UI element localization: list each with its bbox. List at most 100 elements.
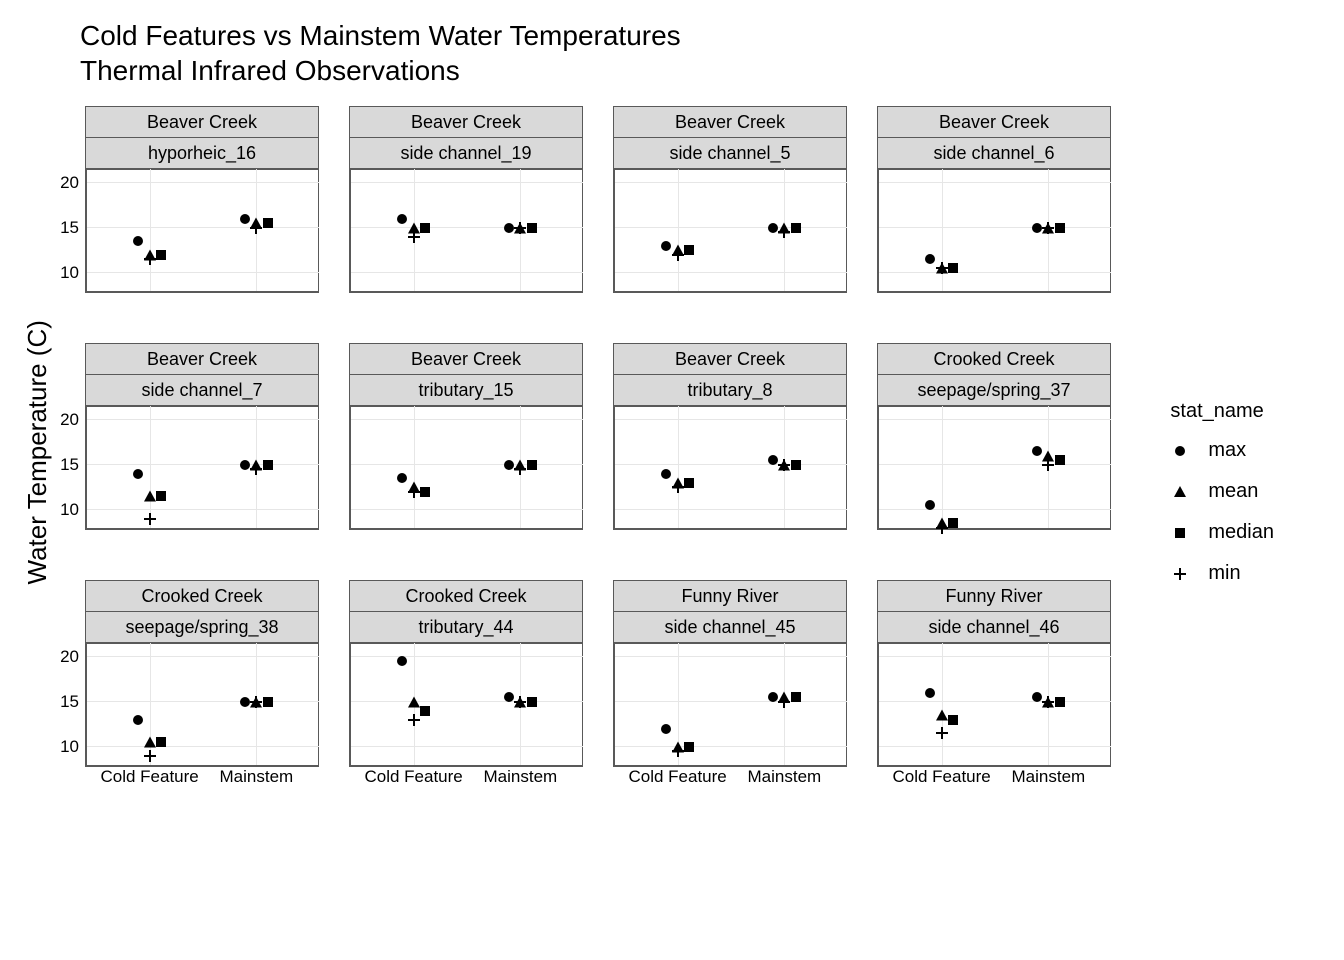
plot-area: 101520Cold FeatureMainstem [85, 643, 319, 767]
y-tick-label: 10 [39, 737, 79, 757]
point-median [948, 263, 958, 273]
panel: Crooked Creekseepage/spring_37 [877, 343, 1111, 530]
point-min [936, 727, 948, 739]
panel: Beaver Creekside channel_7101520 [85, 343, 319, 530]
point-max [397, 656, 407, 666]
point-max [133, 469, 143, 479]
strip-bottom: tributary_15 [349, 375, 583, 406]
facet-row: Crooked Creekseepage/spring_38101520Cold… [85, 580, 1111, 767]
plot-area [349, 406, 583, 530]
legend-item-min: min [1170, 562, 1274, 585]
point-max [661, 724, 671, 734]
point-max [397, 214, 407, 224]
point-min [408, 486, 420, 498]
strip-top: Beaver Creek [85, 343, 319, 375]
strip-bottom: tributary_44 [349, 612, 583, 643]
panel: Beaver Creekside channel_6 [877, 106, 1111, 293]
legend: stat_name max mean median min [1170, 400, 1274, 603]
point-mean [144, 737, 156, 748]
point-max [1032, 446, 1042, 456]
point-median [420, 223, 430, 233]
point-min [408, 714, 420, 726]
point-median [948, 715, 958, 725]
x-tick-label: Mainstem [1012, 767, 1086, 787]
legend-label: max [1208, 439, 1246, 462]
strip-top: Crooked Creek [877, 343, 1111, 375]
y-tick-label: 15 [39, 455, 79, 475]
strip-bottom: side channel_46 [877, 612, 1111, 643]
strip-top: Beaver Creek [613, 343, 847, 375]
point-min [250, 463, 262, 475]
point-max [768, 455, 778, 465]
point-max [240, 460, 250, 470]
point-max [925, 500, 935, 510]
y-tick-label: 20 [39, 410, 79, 430]
point-median [684, 245, 694, 255]
strip-bottom: side channel_45 [613, 612, 847, 643]
panel: Crooked Creektributary_44Cold FeatureMai… [349, 580, 583, 767]
point-min [250, 696, 262, 708]
point-median [1055, 697, 1065, 707]
strip-top: Beaver Creek [613, 106, 847, 138]
point-max [240, 697, 250, 707]
facet-row: Beaver Creekside channel_7101520Beaver C… [85, 343, 1111, 530]
x-tick-label: Mainstem [748, 767, 822, 787]
x-tick-label: Mainstem [220, 767, 294, 787]
legend-label: median [1208, 521, 1274, 544]
plot-area [877, 406, 1111, 530]
plot-area [349, 169, 583, 293]
point-median [684, 742, 694, 752]
point-mean [408, 696, 420, 707]
point-min [936, 522, 948, 534]
plot-area [613, 406, 847, 530]
point-median [1055, 455, 1065, 465]
point-median [527, 460, 537, 470]
point-median [791, 223, 801, 233]
plot-area: 101520 [85, 406, 319, 530]
panel: Beaver Creektributary_8 [613, 343, 847, 530]
x-tick-label: Cold Feature [364, 767, 462, 787]
panel: Beaver Creekside channel_19 [349, 106, 583, 293]
y-ticks: 101520 [39, 169, 79, 291]
mean-icon [1170, 482, 1190, 502]
point-median [156, 250, 166, 260]
y-ticks: 101520 [39, 643, 79, 765]
point-max [768, 692, 778, 702]
y-tick-label: 10 [39, 500, 79, 520]
point-min [778, 226, 790, 238]
chart-title: Cold Features vs Mainstem Water Temperat… [80, 18, 681, 88]
plot-area: Cold FeatureMainstem [349, 643, 583, 767]
point-mean [144, 491, 156, 502]
point-median [948, 518, 958, 528]
plot-area: 101520 [85, 169, 319, 293]
legend-label: mean [1208, 480, 1258, 503]
plot-area: Cold FeatureMainstem [613, 643, 847, 767]
point-median [1055, 223, 1065, 233]
point-min [514, 696, 526, 708]
point-min [1042, 222, 1054, 234]
point-median [263, 460, 273, 470]
x-tick-label: Cold Feature [100, 767, 198, 787]
y-tick-label: 15 [39, 218, 79, 238]
strip-bottom: seepage/spring_37 [877, 375, 1111, 406]
point-min [250, 222, 262, 234]
point-max [1032, 223, 1042, 233]
point-max [768, 223, 778, 233]
point-median [263, 218, 273, 228]
point-min [778, 459, 790, 471]
panel: Beaver Creekhyporheic_16101520 [85, 106, 319, 293]
point-max [504, 223, 514, 233]
point-median [263, 697, 273, 707]
point-median [791, 460, 801, 470]
plot-area: Cold FeatureMainstem [877, 643, 1111, 767]
strip-top: Beaver Creek [349, 343, 583, 375]
strip-top: Funny River [877, 580, 1111, 612]
legend-title: stat_name [1170, 400, 1274, 423]
point-max [240, 214, 250, 224]
point-min [936, 262, 948, 274]
y-tick-label: 10 [39, 263, 79, 283]
strip-bottom: tributary_8 [613, 375, 847, 406]
legend-item-median: median [1170, 521, 1274, 544]
point-min [408, 231, 420, 243]
facet-chart: { "title_line1": "Cold Features vs Mains… [0, 0, 1344, 960]
